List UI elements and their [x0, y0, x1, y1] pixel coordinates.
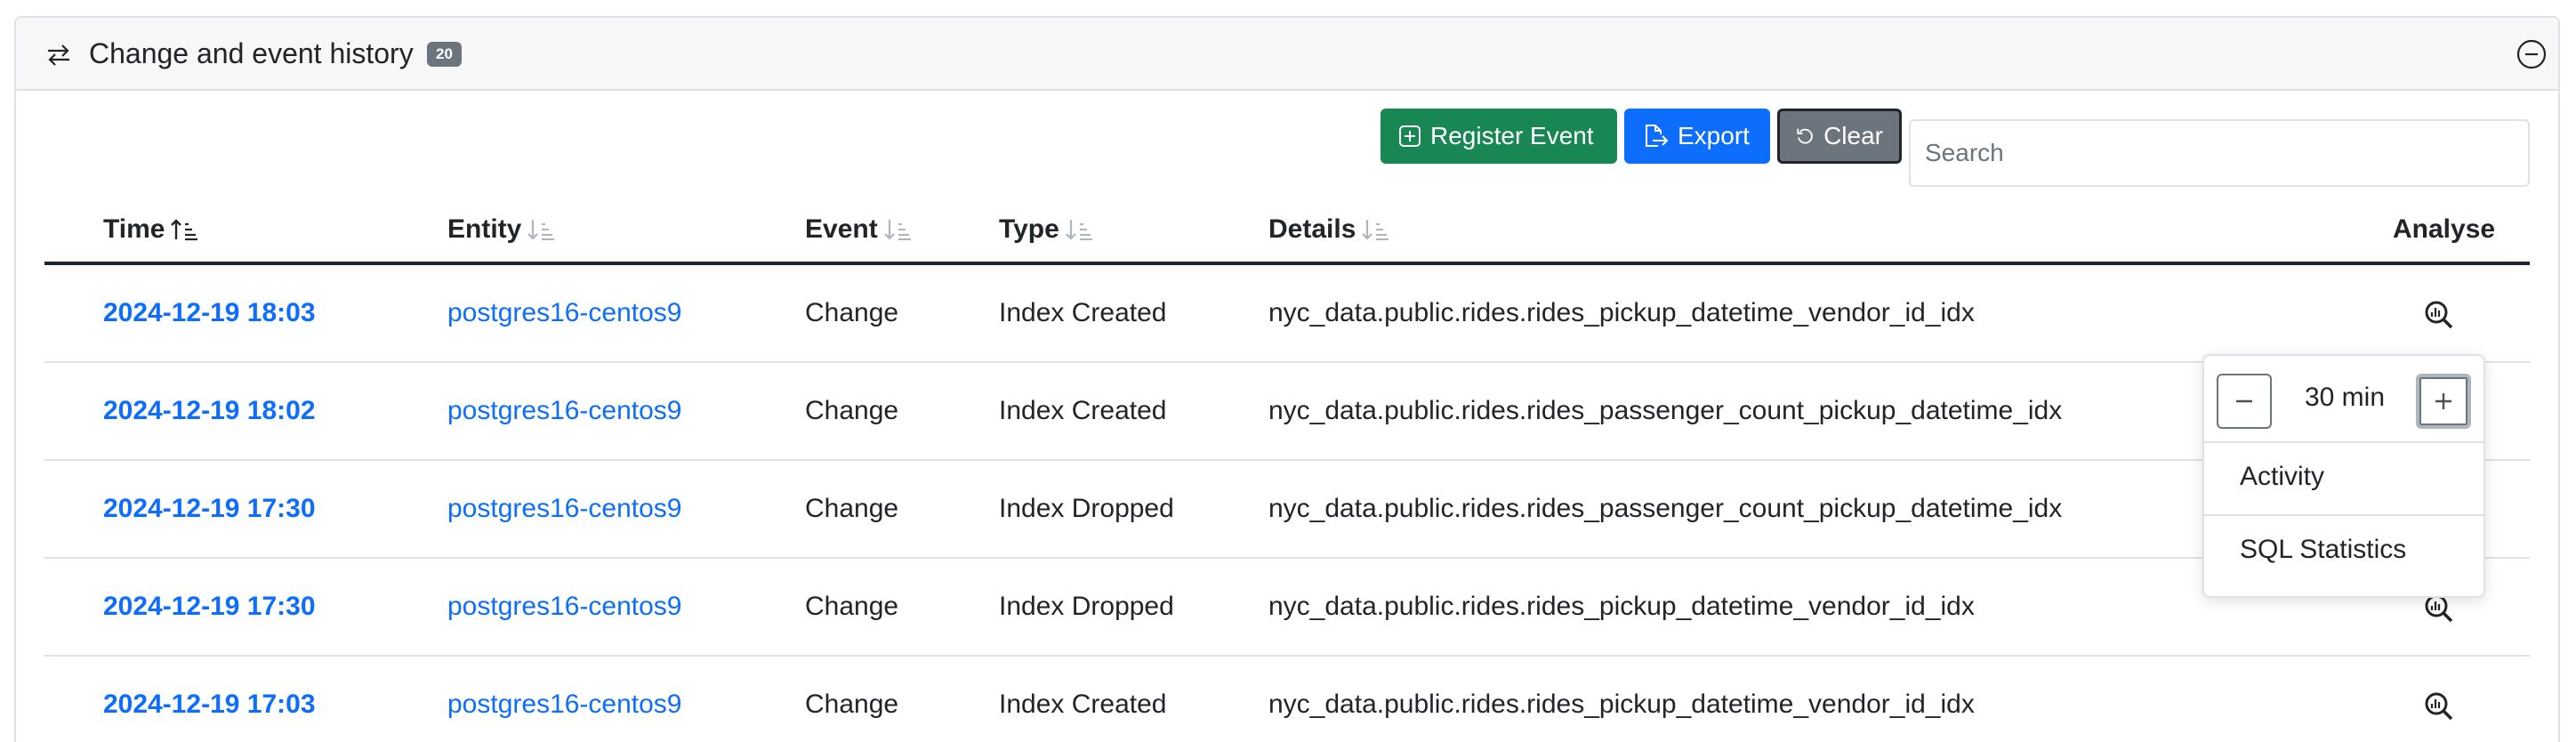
column-header-analyse: Analyse — [2393, 208, 2495, 251]
column-header-type[interactable]: Type — [999, 208, 1095, 251]
time-link[interactable]: 2024-12-19 17:30 — [103, 559, 316, 655]
analyse-zoom-icon[interactable] — [2423, 299, 2455, 331]
event-cell: Change — [805, 396, 899, 425]
type-cell: Index Created — [999, 396, 1167, 425]
type-cell: Index Created — [999, 690, 1167, 719]
event-cell: Change — [805, 592, 899, 621]
event-cell: Change — [805, 690, 899, 719]
panel-title: Change and event history — [89, 37, 414, 69]
clear-label: Clear — [1823, 122, 1883, 149]
details-cell: nyc_data.public.rides.rides_pickup_datet… — [1268, 592, 1975, 621]
minus-icon — [2236, 399, 2252, 403]
column-header-details-label: Details — [1268, 214, 1356, 244]
details-cell: nyc_data.public.rides.rides_passenger_co… — [1268, 396, 2063, 425]
popover-divider — [2204, 441, 2483, 443]
entity-link[interactable]: postgres16-centos9 — [447, 363, 682, 459]
column-header-event-label: Event — [805, 214, 878, 244]
details-cell: nyc_data.public.rides.rides_passenger_co… — [1268, 494, 2063, 523]
table-row: 2024-12-19 18:02 postgres16-centos9 Chan… — [44, 363, 2530, 461]
panel-header[interactable]: Change and event history 20 — [16, 18, 2558, 91]
undo-icon — [1797, 128, 1813, 144]
popover-item-activity[interactable]: Activity — [2240, 459, 2324, 495]
time-link[interactable]: 2024-12-19 17:03 — [103, 657, 316, 742]
search-input[interactable] — [1909, 119, 2530, 187]
sort-ascending-icon — [171, 219, 198, 241]
entity-link[interactable]: postgres16-centos9 — [447, 559, 682, 655]
circle-minus-icon[interactable] — [2516, 38, 2548, 70]
time-link[interactable]: 2024-12-19 18:02 — [103, 363, 316, 459]
register-event-label: Register Event — [1430, 122, 1594, 149]
analyse-popover: 30 min Activity SQL Statistics — [2202, 354, 2485, 598]
decrease-duration-button[interactable] — [2217, 374, 2272, 429]
plus-icon — [2435, 393, 2451, 409]
column-header-entity-label: Entity — [447, 214, 522, 244]
analyse-zoom-icon[interactable] — [2423, 690, 2455, 722]
sort-icon — [527, 220, 555, 240]
popover-item-sql-statistics[interactable]: SQL Statistics — [2240, 532, 2406, 568]
details-cell: nyc_data.public.rides.rides_pickup_datet… — [1268, 690, 1975, 719]
time-link[interactable]: 2024-12-19 17:30 — [103, 461, 316, 557]
column-header-time[interactable]: Time — [103, 208, 200, 251]
table-row: 2024-12-19 18:03 postgres16-centos9 Chan… — [44, 265, 2530, 363]
sort-icon — [1066, 220, 1092, 240]
event-cell: Change — [805, 494, 899, 523]
entity-link[interactable]: postgres16-centos9 — [447, 265, 682, 361]
register-event-button[interactable]: Register Event — [1381, 109, 1617, 164]
clear-button[interactable]: Clear — [1777, 109, 1902, 164]
increase-duration-button[interactable] — [2416, 374, 2471, 429]
sort-icon — [883, 220, 911, 240]
popover-divider — [2204, 514, 2483, 516]
plus-square-icon — [1399, 125, 1421, 147]
details-cell: nyc_data.public.rides.rides_pickup_datet… — [1268, 298, 1975, 327]
column-header-time-label: Time — [103, 214, 165, 244]
column-header-event[interactable]: Event — [805, 208, 914, 251]
count-badge: 20 — [427, 42, 462, 67]
entity-link[interactable]: postgres16-centos9 — [447, 657, 682, 742]
column-header-analyse-label: Analyse — [2393, 214, 2496, 244]
file-export-icon — [1646, 125, 1669, 147]
time-link[interactable]: 2024-12-19 18:03 — [103, 265, 316, 361]
type-cell: Index Dropped — [999, 592, 1174, 621]
duration-value: 30 min — [2304, 383, 2386, 412]
column-header-entity[interactable]: Entity — [447, 208, 557, 251]
sort-icon — [1362, 220, 1389, 240]
export-button[interactable]: Export — [1624, 109, 1770, 164]
export-label: Export — [1678, 122, 1750, 149]
table-row: 2024-12-19 17:30 postgres16-centos9 Chan… — [44, 559, 2530, 657]
type-cell: Index Created — [999, 298, 1167, 327]
table-row: 2024-12-19 17:03 postgres16-centos9 Chan… — [44, 657, 2530, 742]
type-cell: Index Dropped — [999, 494, 1174, 523]
table-row: 2024-12-19 17:30 postgres16-centos9 Chan… — [44, 461, 2530, 559]
column-header-type-label: Type — [999, 214, 1059, 244]
arrows-exchange-icon — [48, 44, 69, 66]
entity-link[interactable]: postgres16-centos9 — [447, 461, 682, 557]
event-cell: Change — [805, 298, 899, 327]
column-header-details[interactable]: Details — [1268, 208, 1391, 251]
